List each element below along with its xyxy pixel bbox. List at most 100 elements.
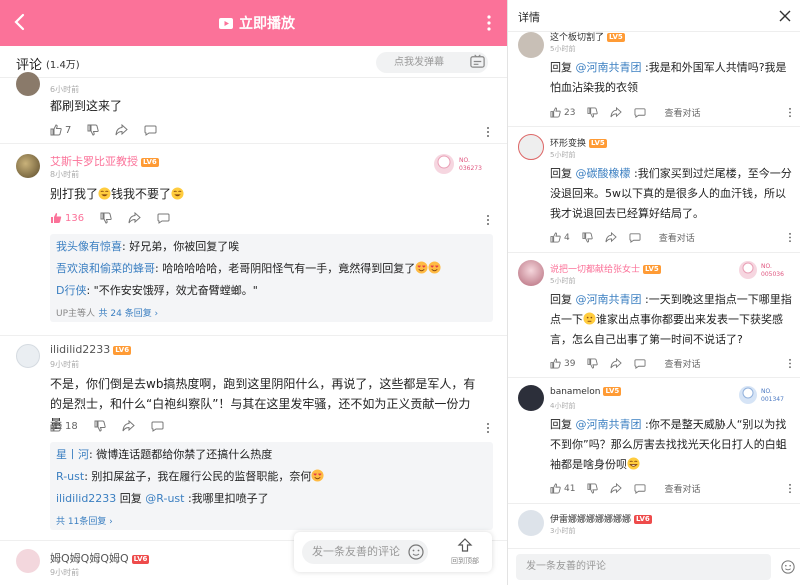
comment-item: ilidilid2233 LV6 9小时前 不是，你们倒是去wb搞热度啊，跑到这里…: [0, 338, 507, 538]
avatar[interactable]: [518, 134, 544, 160]
back-to-top-button[interactable]: 回到顶部: [450, 536, 480, 566]
avatar[interactable]: [518, 32, 544, 58]
like-button[interactable]: 4: [550, 232, 570, 243]
reply-button[interactable]: [634, 483, 646, 494]
dislike-button[interactable]: [94, 420, 106, 432]
avatar[interactable]: [518, 510, 544, 536]
reply-preview-box[interactable]: 星丨河: 微博连话题都给你禁了还搞什么热度 R-ust: 别扣屎盆子，我在履行公…: [50, 442, 493, 530]
reply-button[interactable]: [157, 212, 170, 224]
avatar[interactable]: [16, 344, 40, 368]
more-options-icon[interactable]: [788, 358, 792, 369]
like-button[interactable]: 39: [550, 358, 575, 369]
like-count: 23: [564, 107, 576, 118]
dislike-button[interactable]: [100, 212, 112, 224]
share-button[interactable]: [610, 483, 623, 494]
reply-actions: 41 查看对话: [550, 482, 700, 495]
view-all-replies-link[interactable]: 共 24 条回复 ›: [99, 309, 159, 319]
avatar[interactable]: [16, 549, 40, 573]
avatar[interactable]: [16, 154, 40, 178]
reply-username[interactable]: banamelon LV5: [550, 387, 622, 397]
reply-time: 5小时前: [550, 45, 576, 53]
reply-username[interactable]: 伊雷娜娜娜娜娜娜娜 LV6: [550, 512, 652, 525]
comment-username[interactable]: 姆Q姆Q姆Q姆Q LV6: [50, 550, 150, 566]
back-arrow-icon[interactable]: [8, 10, 32, 34]
reply-username[interactable]: 环形变换 LV5: [550, 136, 607, 149]
reply-footer[interactable]: UP主等人 共 24 条回复 ›: [56, 302, 487, 325]
dislike-button[interactable]: [587, 483, 599, 494]
more-vert-icon[interactable]: [481, 13, 497, 33]
share-button[interactable]: [610, 358, 623, 369]
reply-footer[interactable]: 共 11条回复 ›: [56, 510, 487, 533]
reply-mention[interactable]: @河南共青团: [576, 61, 642, 74]
view-conversation-link[interactable]: 查看对话: [659, 231, 695, 244]
dislike-button[interactable]: [87, 124, 100, 136]
reply-button[interactable]: [634, 358, 646, 369]
more-options-icon[interactable]: [486, 214, 490, 226]
comment-input[interactable]: 发一条友善的评论: [516, 554, 771, 580]
emoji-icon[interactable]: [781, 560, 795, 574]
top-bar: 立即播放: [0, 0, 507, 46]
view-conversation-link[interactable]: 查看对话: [664, 357, 700, 370]
close-icon[interactable]: [779, 10, 791, 22]
comment-username[interactable]: ilidilid2233 LV6: [50, 343, 132, 356]
comments-count: (1.4万): [46, 60, 80, 71]
avatar[interactable]: [518, 260, 544, 286]
reply-username[interactable]: 说把一切都献给张女士 LV5: [550, 262, 661, 275]
more-options-icon[interactable]: [486, 126, 490, 138]
dislike-button[interactable]: [587, 358, 599, 369]
floating-comment-bar: 发一条友善的评论 回到顶部: [294, 532, 492, 572]
more-options-icon[interactable]: [486, 422, 490, 434]
more-options-icon[interactable]: [788, 232, 792, 243]
reply-mention[interactable]: @R-ust: [145, 492, 184, 505]
reply-button[interactable]: [151, 420, 164, 432]
dislike-button[interactable]: [582, 232, 593, 243]
heart-eyes-emoji-icon: [415, 261, 428, 274]
reply-username[interactable]: R-ust: [56, 470, 84, 483]
avatar[interactable]: [518, 385, 544, 411]
reply-username[interactable]: 这个板切割了 LV5: [550, 30, 625, 43]
dislike-button[interactable]: [587, 107, 599, 118]
username-text: 环形变换: [550, 139, 587, 149]
reply-item: 环形变换 LV5 5小时前 回复 @碳酸橡檬 :我们家买到过烂尾楼，至今一分没退回…: [508, 132, 800, 250]
reply-button[interactable]: [144, 124, 157, 136]
like-button[interactable]: 41: [550, 483, 575, 494]
like-button[interactable]: 23: [550, 107, 575, 118]
reply-preview-box[interactable]: 我头像有惊喜: 好兄弟，你被回复了唉 吾欢浪和偷菜的蜂哥: 哈哈哈哈哈，老哥阴阳…: [50, 234, 493, 322]
reply-username[interactable]: ilidilid2233: [56, 492, 116, 505]
svg-text:NO.: NO.: [761, 263, 772, 270]
reply-up-label: UP主等人: [56, 309, 96, 319]
share-button[interactable]: [115, 124, 129, 136]
avatar[interactable]: [16, 72, 40, 96]
reply-mention[interactable]: @河南共青团: [576, 418, 642, 431]
reply-word: 回复: [550, 418, 576, 431]
share-button[interactable]: [605, 232, 617, 243]
divider: [0, 143, 507, 144]
play-now-button[interactable]: 立即播放: [218, 13, 295, 33]
comment-text: 都刷到这来了: [50, 99, 123, 113]
level-badge: LV6: [141, 157, 159, 167]
reply-mention[interactable]: @碳酸橡檬: [576, 167, 631, 180]
share-button[interactable]: [122, 420, 135, 432]
emoji-icon[interactable]: [408, 544, 424, 560]
like-button[interactable]: 7: [50, 124, 71, 136]
username-text: 姆Q姆Q姆Q姆Q: [50, 552, 129, 565]
more-options-icon[interactable]: [788, 483, 792, 494]
view-conversation-link[interactable]: 查看对话: [664, 106, 700, 119]
reply-mention[interactable]: @河南共青团: [576, 293, 642, 306]
comment-text-part: 别打我了: [50, 187, 99, 201]
share-button[interactable]: [128, 212, 141, 224]
view-all-replies-link[interactable]: 共 11条回复 ›: [56, 517, 113, 527]
like-button[interactable]: 136: [50, 212, 84, 224]
reply-button[interactable]: [634, 107, 646, 118]
reply-username[interactable]: D行侠: [56, 284, 86, 297]
share-button[interactable]: [610, 107, 623, 118]
more-options-icon[interactable]: [788, 107, 792, 118]
view-conversation-link[interactable]: 查看对话: [664, 482, 700, 495]
reply-button[interactable]: [629, 232, 641, 243]
danmu-settings-icon[interactable]: [469, 53, 486, 70]
reply-username[interactable]: 星丨河: [56, 448, 89, 461]
like-button[interactable]: 18: [50, 420, 78, 432]
reply-username[interactable]: 我头像有惊喜: [56, 240, 122, 253]
reply-username[interactable]: 吾欢浪和偷菜的蜂哥: [56, 262, 155, 275]
comment-username[interactable]: 艾斯卡罗比亚教授 LV6: [50, 153, 159, 169]
